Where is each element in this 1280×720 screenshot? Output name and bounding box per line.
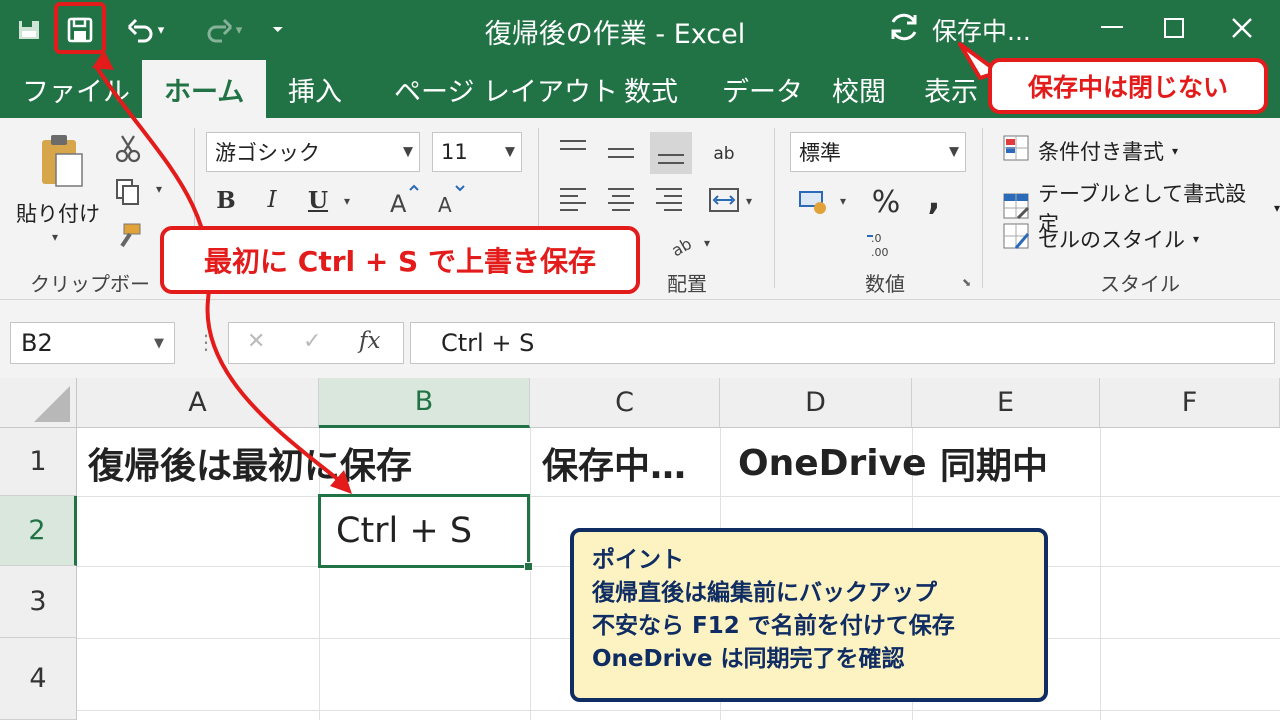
- point-box: ポイント 復帰直後は編集前にバックアップ 不安なら F12 で名前を付けて保存 …: [570, 528, 1048, 702]
- callout-ctrl-s: 最初に Ctrl + S で上書き保存: [160, 226, 640, 294]
- point-line: 不安なら F12 で名前を付けて保存: [592, 613, 955, 639]
- point-heading: ポイント: [592, 547, 684, 573]
- point-line: 復帰直後は編集前にバックアップ: [592, 580, 937, 606]
- callout-do-not-close: 保存中は閉じない: [988, 58, 1268, 114]
- point-line: OneDrive は同期完了を確認: [592, 646, 905, 672]
